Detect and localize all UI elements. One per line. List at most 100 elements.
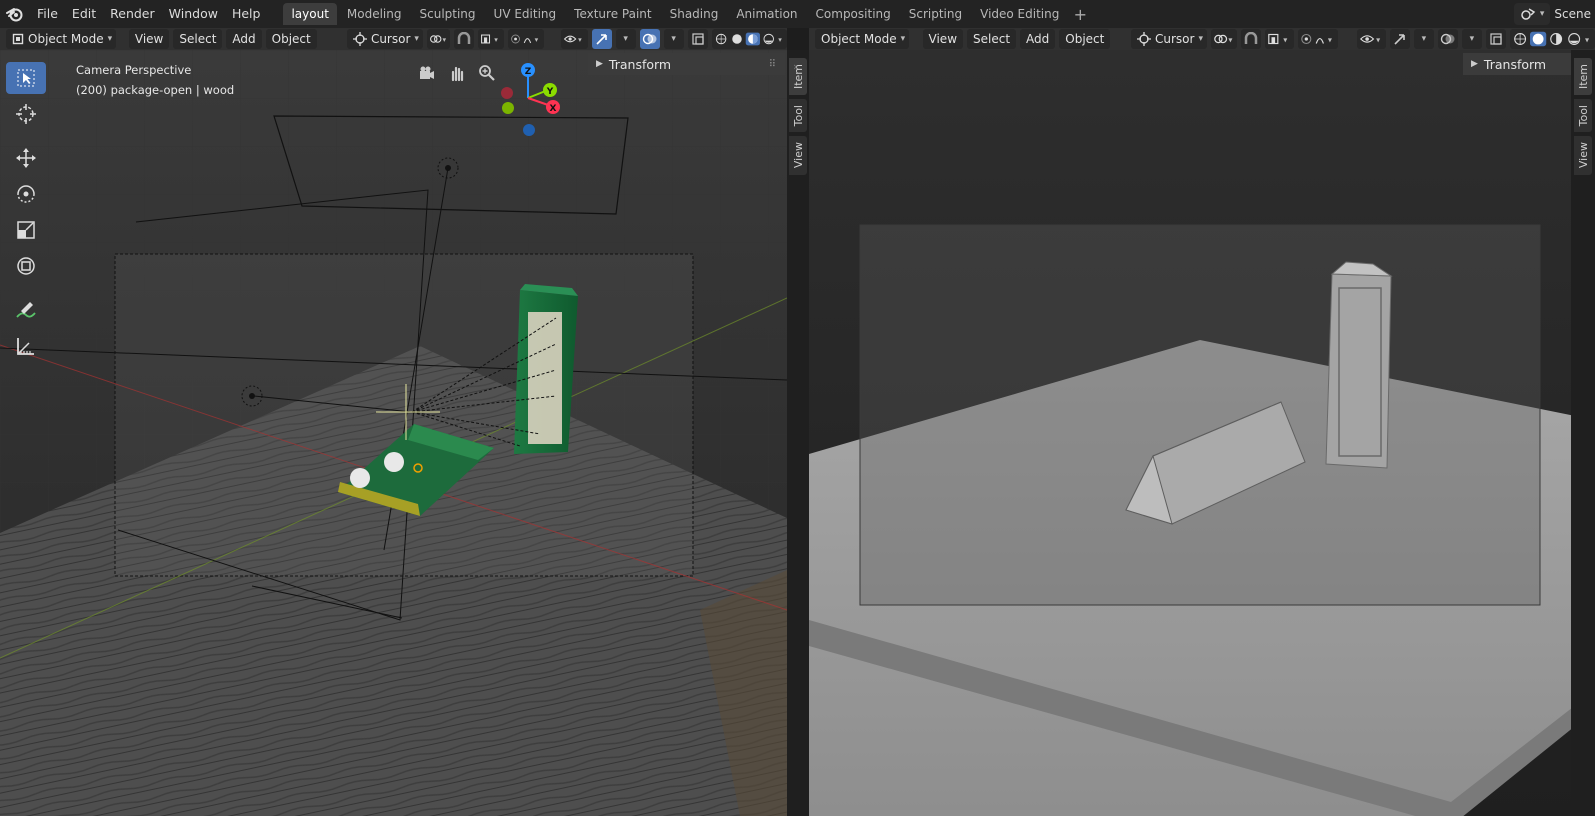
link-icon: ▾ bbox=[429, 35, 446, 44]
viewport-right[interactable]: ▶ Transform ⠿ bbox=[809, 50, 1595, 816]
tab-layout[interactable]: layout bbox=[283, 3, 337, 25]
menu-edit[interactable]: Edit bbox=[65, 3, 103, 25]
left-sidebar-tab-strip: Item Tool View › bbox=[787, 50, 809, 816]
gizmo-z-label: Z bbox=[525, 67, 532, 77]
scale-tool[interactable] bbox=[6, 214, 46, 246]
pivot-point-dropdown-right[interactable]: Cursor ▾ bbox=[1130, 29, 1207, 49]
annotate-tool[interactable] bbox=[6, 294, 46, 326]
navigation-gizmo[interactable]: Z Y X bbox=[500, 60, 572, 140]
tab-sculpting[interactable]: Sculpting bbox=[412, 3, 484, 25]
xray-toggle-button[interactable] bbox=[687, 29, 708, 49]
blender-logo-icon[interactable] bbox=[0, 0, 30, 28]
shading-mode-buttons-right[interactable]: ▾ bbox=[1509, 29, 1595, 49]
scene-icon bbox=[1521, 8, 1536, 20]
pan-hand-icon[interactable] bbox=[448, 64, 466, 82]
sidebar-tab-view-label: View bbox=[791, 142, 805, 169]
transform-orientation-button[interactable]: ▾ bbox=[426, 29, 450, 49]
gizmo-icon bbox=[1394, 34, 1405, 45]
overlays-dropdown-right[interactable]: ▾ bbox=[1461, 29, 1482, 49]
tab-video-editing[interactable]: Video Editing bbox=[972, 3, 1067, 25]
view-menu[interactable]: View bbox=[128, 29, 170, 49]
tab-scripting[interactable]: Scripting bbox=[901, 3, 970, 25]
select-arrow-icon bbox=[17, 69, 35, 87]
scene-selector-button[interactable]: ▾ bbox=[1513, 3, 1551, 25]
sidebar-tab-tool-label: Tool bbox=[1576, 105, 1590, 127]
add-menu-right[interactable]: Add bbox=[1020, 29, 1056, 49]
move-tool[interactable] bbox=[6, 142, 46, 174]
proportional-editing-button[interactable]: ▾ bbox=[508, 29, 544, 49]
snap-target-dropdown[interactable]: ▾ bbox=[477, 29, 505, 49]
proportional-editing-button-right[interactable]: ▾ bbox=[1297, 29, 1338, 49]
overlays-toggle-button-right[interactable] bbox=[1437, 29, 1458, 49]
tab-animation[interactable]: Animation bbox=[728, 3, 805, 25]
viewport-left[interactable]: Camera Perspective (200) package-open | … bbox=[0, 50, 787, 816]
menu-help[interactable]: Help bbox=[225, 3, 268, 25]
shading-modes-icon: ▾ bbox=[1514, 31, 1590, 47]
gizmo-dropdown-right[interactable]: ▾ bbox=[1413, 29, 1434, 49]
tab-modeling[interactable]: Modeling bbox=[339, 3, 410, 25]
sidebar-tab-tool[interactable]: Tool bbox=[789, 99, 807, 133]
snap-increment-icon: ▾ bbox=[481, 34, 498, 44]
add-menu[interactable]: Add bbox=[226, 29, 262, 49]
visibility-dropdown[interactable]: ▾ bbox=[561, 29, 588, 49]
shading-mode-buttons[interactable]: ▾ bbox=[711, 29, 787, 49]
sidebar-tab-view-right[interactable]: View bbox=[1574, 136, 1592, 175]
sidebar-tab-view-label: View bbox=[1576, 142, 1590, 169]
sidebar-tab-tool-right[interactable]: Tool bbox=[1574, 99, 1592, 133]
snap-toggle-button[interactable] bbox=[453, 29, 474, 49]
viewport-scene-right bbox=[809, 50, 1595, 816]
view-name: Camera Perspective bbox=[76, 63, 192, 77]
overlays-toggle-button[interactable] bbox=[639, 29, 660, 49]
chevron-down-icon: ▾ bbox=[107, 34, 113, 44]
view-menu-right[interactable]: View bbox=[922, 29, 964, 49]
drag-handle-icon[interactable]: ⠿ bbox=[769, 59, 777, 70]
tab-texture-paint[interactable]: Texture Paint bbox=[566, 3, 659, 25]
menu-file[interactable]: File bbox=[30, 3, 65, 25]
annotate-pen-icon bbox=[16, 302, 36, 318]
camera-view-icon[interactable] bbox=[418, 64, 436, 82]
select-box-tool[interactable] bbox=[6, 62, 46, 94]
svg-text:▾: ▾ bbox=[1376, 35, 1381, 45]
select-menu-right[interactable]: Select bbox=[967, 29, 1017, 49]
overlays-dropdown[interactable]: ▾ bbox=[663, 29, 684, 49]
object-menu-right[interactable]: Object bbox=[1059, 29, 1111, 49]
object-mode-dropdown-right[interactable]: Object Mode ▾ bbox=[815, 29, 910, 49]
snap-toggle-button-right[interactable] bbox=[1240, 29, 1261, 49]
gizmo-icon bbox=[596, 34, 607, 45]
zoom-icon[interactable] bbox=[478, 64, 496, 82]
tool-shelf bbox=[6, 62, 48, 366]
rotate-icon bbox=[17, 185, 35, 203]
menu-render[interactable]: Render bbox=[103, 3, 162, 25]
rotate-tool[interactable] bbox=[6, 178, 46, 210]
transform-orientation-button-right[interactable]: ▾ bbox=[1210, 29, 1237, 49]
menu-window[interactable]: Window bbox=[162, 3, 225, 25]
object-mode-dropdown[interactable]: Object Mode ▾ bbox=[6, 29, 117, 49]
chevron-right-icon[interactable]: › bbox=[793, 60, 797, 73]
select-menu[interactable]: Select bbox=[173, 29, 223, 49]
scene-name[interactable]: Scene bbox=[1554, 7, 1595, 21]
sidebar-tab-item-right[interactable]: Item bbox=[1574, 58, 1592, 96]
tab-uv-editing[interactable]: UV Editing bbox=[486, 3, 565, 25]
sidebar-tab-view[interactable]: View bbox=[789, 136, 807, 175]
add-workspace-button[interactable]: + bbox=[1069, 5, 1091, 24]
transform-tool[interactable] bbox=[6, 250, 46, 282]
svg-text:▾: ▾ bbox=[1283, 35, 1288, 45]
visibility-dropdown-right[interactable]: ▾ bbox=[1356, 29, 1386, 49]
transform-panel-header[interactable]: ▶ Transform ⠿ bbox=[588, 53, 785, 75]
sidebar-tab-item[interactable]: Item bbox=[789, 58, 807, 96]
snap-increment-icon: ▾ bbox=[1267, 33, 1288, 45]
tab-shading[interactable]: Shading bbox=[662, 3, 727, 25]
gizmo-toggle-button-right[interactable] bbox=[1389, 29, 1410, 49]
measure-tool[interactable] bbox=[6, 330, 46, 362]
cursor-pivot-icon bbox=[352, 32, 367, 46]
tab-compositing[interactable]: Compositing bbox=[808, 3, 899, 25]
object-menu[interactable]: Object bbox=[265, 29, 317, 49]
xray-toggle-button-right[interactable] bbox=[1485, 29, 1506, 49]
magnet-icon bbox=[457, 32, 471, 44]
gizmo-toggle-button[interactable] bbox=[591, 29, 612, 49]
gizmo-dropdown[interactable]: ▾ bbox=[615, 29, 636, 49]
snap-target-dropdown-right[interactable]: ▾ bbox=[1264, 29, 1294, 49]
pivot-point-dropdown[interactable]: Cursor ▾ bbox=[346, 29, 423, 49]
cursor-tool[interactable] bbox=[6, 98, 46, 130]
object-mode-label: Object Mode bbox=[28, 32, 104, 46]
